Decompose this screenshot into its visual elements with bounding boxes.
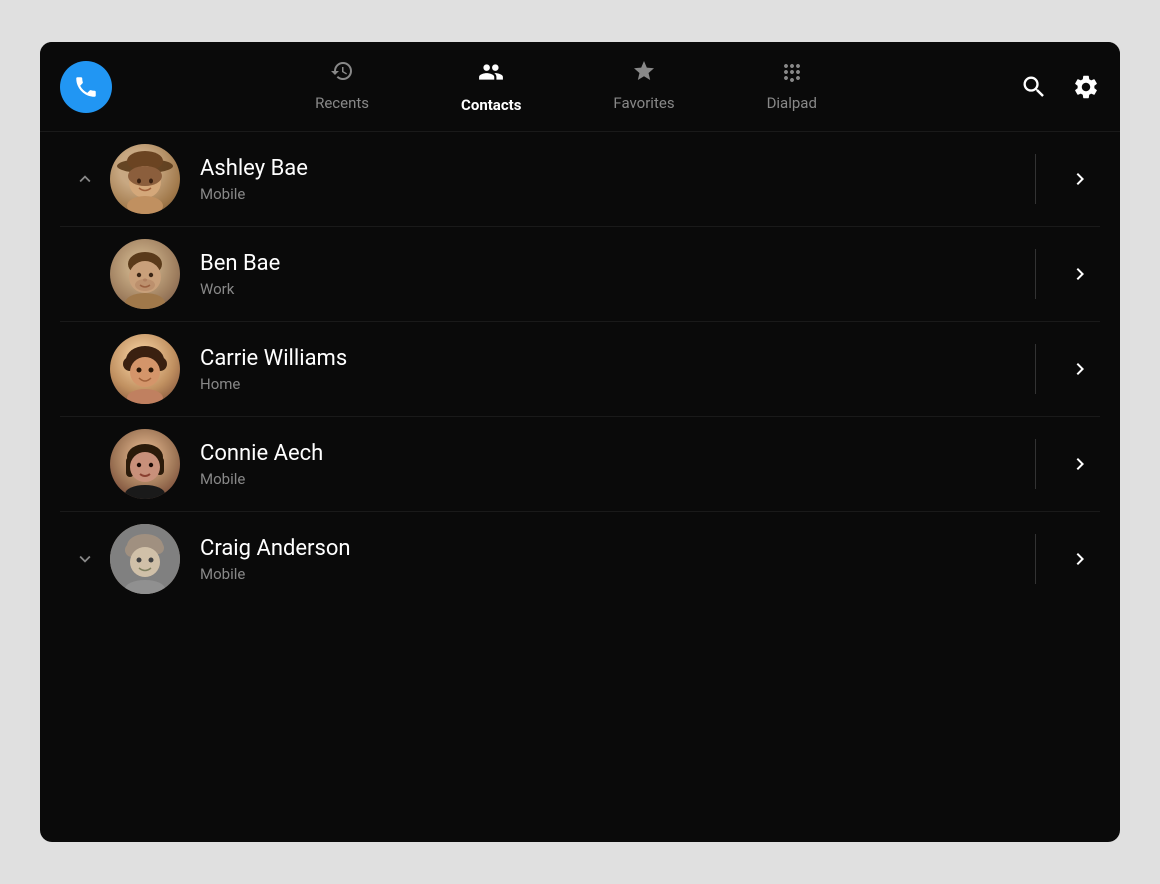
phone-button[interactable] xyxy=(60,61,112,113)
contact-type: Work xyxy=(200,280,1011,298)
favorites-tab-label: Favorites xyxy=(613,94,674,112)
contacts-tab-label: Contacts xyxy=(461,96,521,114)
contacts-list: Ashley Bae Mobile xyxy=(40,132,1120,842)
contact-chevron[interactable] xyxy=(1060,452,1100,476)
contact-type: Mobile xyxy=(200,470,1011,488)
contact-type: Mobile xyxy=(200,185,1011,203)
contact-row[interactable]: Carrie Williams Home xyxy=(60,322,1100,417)
contact-divider xyxy=(1035,249,1036,299)
nav-tabs: Recents Contacts Favorites xyxy=(112,51,1020,122)
contact-row[interactable]: Connie Aech Mobile xyxy=(60,417,1100,512)
contact-type: Mobile xyxy=(200,565,1011,583)
settings-button[interactable] xyxy=(1072,73,1100,101)
up-arrow-icon xyxy=(60,168,110,190)
contact-row[interactable]: Craig Anderson Mobile xyxy=(60,512,1100,606)
contact-divider xyxy=(1035,439,1036,489)
tab-recents[interactable]: Recents xyxy=(299,51,385,122)
contact-info: Carrie Williams Home xyxy=(200,346,1011,393)
contact-chevron[interactable] xyxy=(1060,547,1100,571)
tab-contacts[interactable]: Contacts xyxy=(445,51,537,122)
contact-info: Ben Bae Work xyxy=(200,251,1011,298)
contact-divider xyxy=(1035,154,1036,204)
favorites-icon xyxy=(632,59,656,88)
tab-dialpad[interactable]: Dialpad xyxy=(751,51,833,122)
app-container: Recents Contacts Favorites xyxy=(40,42,1120,842)
nav-bar: Recents Contacts Favorites xyxy=(40,42,1120,132)
contact-type: Home xyxy=(200,375,1011,393)
dialpad-icon xyxy=(780,59,804,88)
gear-icon xyxy=(1072,73,1100,101)
phone-icon xyxy=(73,74,99,100)
contact-name: Connie Aech xyxy=(200,441,1011,466)
contact-info: Ashley Bae Mobile xyxy=(200,156,1011,203)
avatar xyxy=(110,334,180,404)
contact-row[interactable]: Ben Bae Work xyxy=(60,227,1100,322)
nav-actions xyxy=(1020,73,1100,101)
contact-name: Carrie Williams xyxy=(200,346,1011,371)
contact-chevron[interactable] xyxy=(1060,357,1100,381)
contact-chevron[interactable] xyxy=(1060,167,1100,191)
tab-favorites[interactable]: Favorites xyxy=(597,51,690,122)
contact-name: Ben Bae xyxy=(200,251,1011,276)
contact-divider xyxy=(1035,534,1036,584)
contacts-icon xyxy=(478,59,504,90)
contact-divider xyxy=(1035,344,1036,394)
avatar xyxy=(110,429,180,499)
avatar xyxy=(110,239,180,309)
contact-name: Ashley Bae xyxy=(200,156,1011,181)
contact-name: Craig Anderson xyxy=(200,536,1011,561)
contact-info: Craig Anderson Mobile xyxy=(200,536,1011,583)
dialpad-tab-label: Dialpad xyxy=(767,94,817,112)
down-arrow-icon xyxy=(60,548,110,570)
search-button[interactable] xyxy=(1020,73,1048,101)
contact-info: Connie Aech Mobile xyxy=(200,441,1011,488)
avatar xyxy=(110,144,180,214)
recents-icon xyxy=(330,59,354,88)
avatar xyxy=(110,524,180,594)
search-icon xyxy=(1020,73,1048,101)
recents-tab-label: Recents xyxy=(315,94,369,112)
contact-chevron[interactable] xyxy=(1060,262,1100,286)
contact-row[interactable]: Ashley Bae Mobile xyxy=(60,132,1100,227)
